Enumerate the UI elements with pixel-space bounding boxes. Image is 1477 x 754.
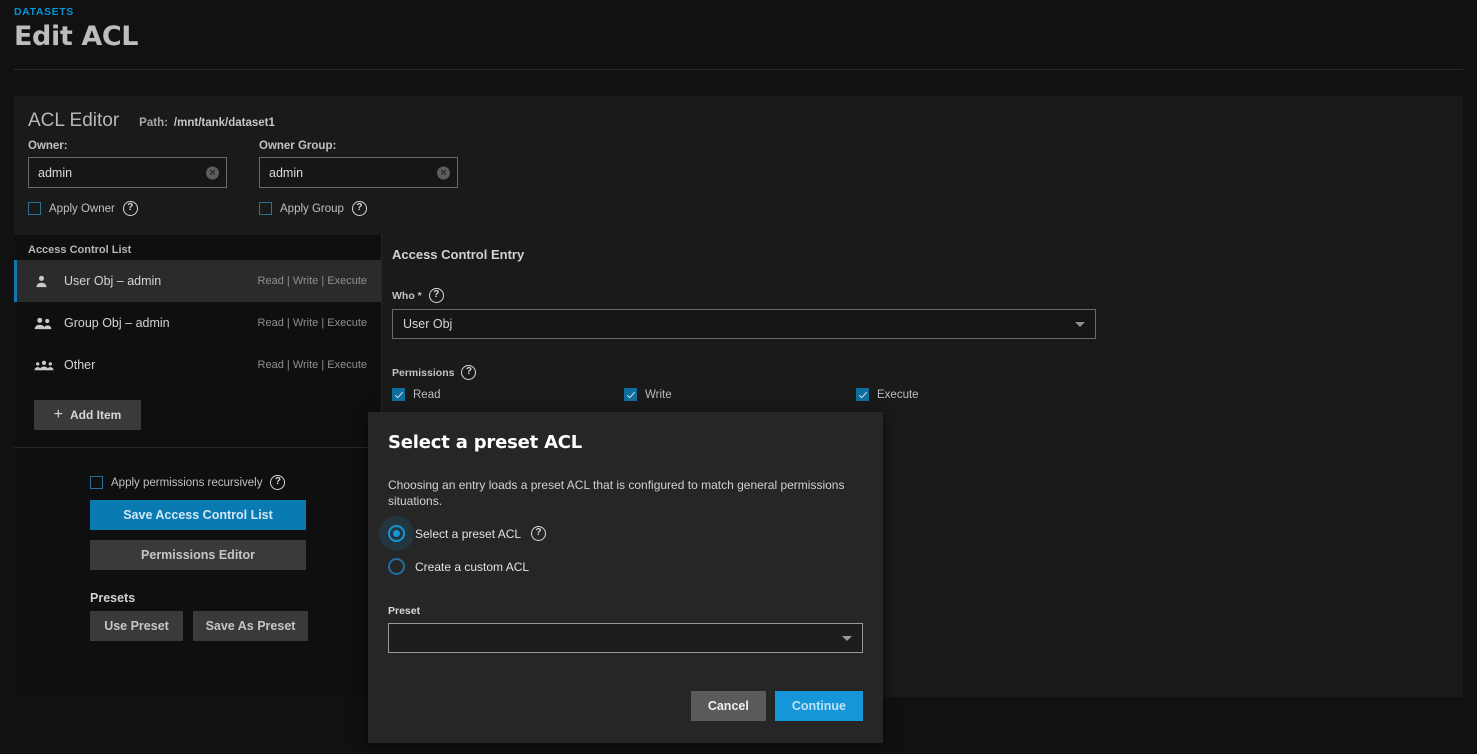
write-checkbox[interactable] (624, 388, 637, 401)
owner-group-input[interactable]: admin ✕ (259, 157, 458, 188)
use-preset-button[interactable]: Use Preset (90, 611, 183, 641)
single-user-icon (34, 273, 54, 289)
permission-execute: Execute (856, 388, 1088, 401)
owner-group-field-group: Owner Group: admin ✕ (259, 140, 475, 188)
access-control-list-title: Access Control List (14, 235, 381, 256)
permissions-label-row: Permissions ? (392, 365, 1463, 380)
help-circle-icon[interactable]: ? (123, 201, 138, 216)
who-label: Who * (392, 290, 422, 302)
owner-group-label: Owner Group: (259, 140, 475, 152)
acl-list-item[interactable]: Other Read | Write | Execute (14, 344, 381, 386)
access-control-entry-title: Access Control Entry (392, 247, 1463, 262)
acl-editor-title: ACL Editor (28, 110, 119, 132)
acl-item-name: Other (64, 358, 258, 372)
owner-label: Owner: (28, 140, 244, 152)
help-circle-icon[interactable]: ? (270, 475, 285, 490)
acl-editor-heading-row: ACL Editor Path: /mnt/tank/dataset1 (14, 110, 1463, 132)
select-preset-radio-label: Select a preset ACL (415, 527, 521, 541)
permissions-checkbox-row: Read Write Execute (392, 388, 1463, 401)
who-label-row: Who * ? (392, 288, 1463, 303)
dialog-description: Choosing an entry loads a preset ACL tha… (388, 477, 863, 509)
read-label: Read (413, 389, 441, 401)
select-preset-acl-dialog: Select a preset ACL Choosing an entry lo… (368, 412, 883, 743)
presets-button-row: Use Preset Save As Preset (90, 611, 381, 641)
page-title: Edit ACL (14, 22, 1463, 52)
preset-field-label: Preset (388, 605, 863, 617)
help-circle-icon[interactable]: ? (429, 288, 444, 303)
save-as-preset-button[interactable]: Save As Preset (193, 611, 308, 641)
acl-item-name: Group Obj – admin (64, 316, 258, 330)
permissions-editor-button[interactable]: Permissions Editor (90, 540, 306, 570)
two-users-icon (34, 315, 54, 331)
acl-item-name: User Obj – admin (64, 274, 258, 288)
apply-recursively-row: Apply permissions recursively ? (14, 447, 381, 490)
custom-acl-radio[interactable] (388, 558, 405, 575)
acl-item-permissions: Read | Write | Execute (258, 317, 367, 329)
help-circle-icon[interactable]: ? (461, 365, 476, 380)
custom-acl-radio-label: Create a custom ACL (415, 560, 529, 574)
read-checkbox[interactable] (392, 388, 405, 401)
plus-icon: + (54, 407, 63, 423)
apply-group-label: Apply Group (280, 203, 344, 215)
owner-input-value: admin (38, 166, 72, 180)
dialog-title: Select a preset ACL (388, 432, 863, 453)
continue-button[interactable]: Continue (775, 691, 863, 721)
path-label: Path: (139, 117, 168, 129)
page-header: DATASETS Edit ACL (0, 0, 1477, 70)
chevron-down-icon (1075, 322, 1085, 327)
write-label: Write (645, 389, 672, 401)
apply-owner-checkbox[interactable] (28, 202, 41, 215)
owner-field-group: Owner: admin ✕ (28, 140, 244, 188)
apply-checkbox-row: Apply Owner ? Apply Group ? (14, 201, 1463, 216)
permission-read: Read (392, 388, 624, 401)
breadcrumb[interactable]: DATASETS (14, 6, 1463, 18)
apply-owner-group: Apply Owner ? (28, 201, 244, 216)
who-select-value: User Obj (403, 317, 452, 331)
owner-input[interactable]: admin ✕ (28, 157, 227, 188)
dataset-path: Path: /mnt/tank/dataset1 (139, 117, 275, 129)
left-actions-section: Apply permissions recursively ? Save Acc… (14, 447, 381, 641)
apply-recursively-label: Apply permissions recursively (111, 477, 262, 489)
execute-checkbox[interactable] (856, 388, 869, 401)
radio-option-custom-acl[interactable]: Create a custom ACL (388, 558, 863, 575)
dialog-actions: Cancel Continue (691, 691, 863, 721)
acl-list-item[interactable]: User Obj – admin Read | Write | Execute (14, 260, 381, 302)
clear-circle-icon[interactable]: ✕ (437, 166, 450, 179)
add-item-button[interactable]: + Add Item (34, 400, 141, 430)
permission-write: Write (624, 388, 856, 401)
acl-item-permissions: Read | Write | Execute (258, 275, 367, 287)
save-access-control-list-button[interactable]: Save Access Control List (90, 500, 306, 530)
select-preset-radio[interactable] (388, 525, 405, 542)
apply-group-group: Apply Group ? (259, 201, 475, 216)
access-control-list: User Obj – admin Read | Write | Execute … (14, 260, 381, 386)
access-control-list-pane: Access Control List User Obj – admin Rea… (14, 235, 382, 697)
help-circle-icon[interactable]: ? (352, 201, 367, 216)
owner-fields-row: Owner: admin ✕ Owner Group: admin ✕ (14, 140, 1463, 188)
acl-item-permissions: Read | Write | Execute (258, 359, 367, 371)
acl-list-item[interactable]: Group Obj – admin Read | Write | Execute (14, 302, 381, 344)
preset-select[interactable] (388, 623, 863, 653)
help-circle-icon[interactable]: ? (531, 526, 546, 541)
owner-group-input-value: admin (269, 166, 303, 180)
apply-owner-label: Apply Owner (49, 203, 115, 215)
presets-label: Presets (90, 591, 381, 605)
who-select[interactable]: User Obj (392, 309, 1096, 339)
execute-label: Execute (877, 389, 919, 401)
clear-circle-icon[interactable]: ✕ (206, 166, 219, 179)
apply-group-checkbox[interactable] (259, 202, 272, 215)
acl-editor-header-section: ACL Editor Path: /mnt/tank/dataset1 Owner… (14, 96, 1463, 235)
add-item-label: Add Item (70, 408, 121, 422)
radio-option-select-preset[interactable]: Select a preset ACL ? (388, 525, 863, 542)
chevron-down-icon (842, 636, 852, 641)
three-users-icon (34, 357, 54, 373)
apply-recursively-checkbox[interactable] (90, 476, 103, 489)
header-divider (14, 69, 1463, 70)
permissions-label: Permissions (392, 367, 454, 379)
path-value: /mnt/tank/dataset1 (174, 117, 275, 129)
cancel-button[interactable]: Cancel (691, 691, 766, 721)
